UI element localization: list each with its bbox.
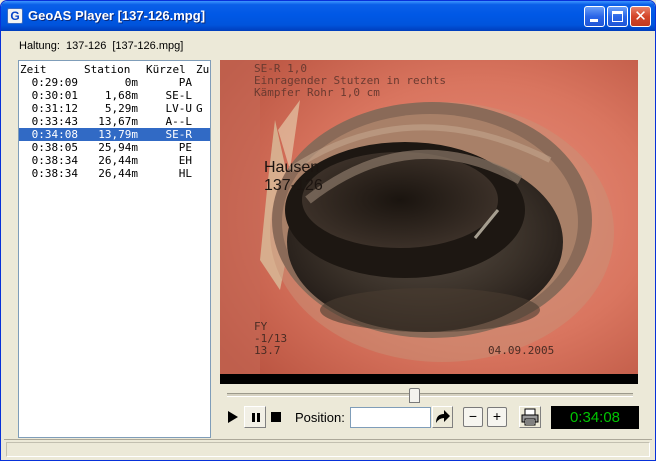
event-zeit: 0:30:01 [31,89,78,102]
haltung-info: Haltung: 137-126 [137-126.mpg] [19,40,183,52]
sewer-inspection-frame: SE-R 1,0 Einragender Stutzen in rechts K… [220,60,638,384]
event-zeit: 0:34:08 [31,128,78,141]
play-icon [228,411,238,423]
event-list-header: Zeit Station Kürzel Zu [19,63,210,76]
video-location-id: 137-126 [264,177,323,194]
event-kuerzel: HL [178,167,192,180]
play-button[interactable] [225,408,241,426]
position-label: Position: [295,410,345,425]
goto-position-button[interactable] [432,406,453,428]
stop-button[interactable] [270,409,284,425]
window-title: GeoAS Player [137-126.mpg] [28,8,206,23]
app-window: G GeoAS Player [137-126.mpg] ✕ Haltung: 1… [0,0,656,461]
column-header-station[interactable]: Station [84,63,130,76]
print-button[interactable] [519,406,541,428]
title-bar[interactable]: G GeoAS Player [137-126.mpg] ✕ [1,1,655,31]
event-zeit: 0:29:09 [31,76,78,89]
event-row[interactable]: 0:31:12 5,29m LV-U G [19,102,210,115]
pause-icon [252,413,260,422]
close-button[interactable]: ✕ [630,6,651,27]
minimize-button[interactable] [584,6,605,27]
event-station: 0m [124,76,138,89]
event-station: 25,94m [98,141,138,154]
printer-icon [521,408,539,426]
event-station: 5,29m [104,102,138,115]
event-station: 26,44m [98,154,138,167]
redo-arrow-icon [436,410,450,423]
column-header-zeit[interactable]: Zeit [20,63,47,76]
event-zeit: 0:38:34 [31,154,78,167]
video-location-name: Hausen [264,159,319,176]
event-zeit: 0:33:43 [31,115,78,128]
minimize-icon [590,19,598,22]
event-extra: G [196,102,203,115]
event-row[interactable]: 0:38:34 26,44m HL [19,167,210,180]
event-kuerzel: EH [178,154,192,167]
time-display: 0:34:08 [551,406,639,429]
event-row[interactable]: 0:29:09 0m PA [19,76,210,89]
event-kuerzel: LV-U [165,102,193,115]
column-header-kuerzel[interactable]: Kürzel [146,63,186,76]
event-station: 1,68m [104,89,138,102]
event-list[interactable]: Zeit Station Kürzel Zu 0:29:09 0m PA 0:30:0… [18,60,211,438]
status-bar [4,439,652,458]
event-station: 26,44m [98,167,138,180]
event-row[interactable]: 0:34:08 13,79m SE-R [19,128,210,141]
event-kuerzel: PE [178,141,192,154]
event-row[interactable]: 0:38:05 25,94m PE [19,141,210,154]
video-date-stamp: 04.09.2005 [488,344,554,357]
haltung-file: [137-126.mpg] [112,40,184,52]
event-kuerzel: PA [178,76,192,89]
stop-icon [271,412,281,422]
seek-slider-track[interactable] [227,393,633,397]
event-zeit: 0:38:34 [31,167,78,180]
haltung-id: 137-126 [65,40,107,52]
maximize-icon [612,11,623,22]
seek-slider-thumb[interactable] [409,388,420,403]
event-station: 13,67m [98,115,138,128]
step-forward-button[interactable]: + [487,407,507,427]
step-back-button[interactable]: − [463,407,483,427]
event-kuerzel: SE-L [165,89,193,102]
event-zeit: 0:38:05 [31,141,78,154]
event-kuerzel: SE-R [165,128,193,141]
close-icon: ✕ [634,7,647,25]
event-station: 13,79m [98,128,138,141]
position-input[interactable] [350,407,431,428]
video-overlay-detail: Kämpfer Rohr 1,0 cm [254,86,380,99]
haltung-label: Haltung: [19,40,60,52]
event-rows: 0:29:09 0m PA 0:30:01 1,68m SE-L 0:31:12 5,29m L… [19,76,210,180]
event-row[interactable]: 0:30:01 1,68m SE-L [19,89,210,102]
event-kuerzel: A--L [165,115,193,128]
status-panel [6,442,650,457]
maximize-button[interactable] [607,6,628,27]
event-row[interactable]: 0:33:43 13,67m A--L [19,115,210,128]
video-frame[interactable]: SE-R 1,0 Einragender Stutzen in rechts K… [220,60,638,384]
pause-button[interactable] [244,406,266,428]
column-header-zu[interactable]: Zu [196,63,209,76]
event-zeit: 0:31:12 [31,102,78,115]
video-overlay-bottom-3: 13.7 [254,344,281,357]
app-icon[interactable]: G [7,8,23,24]
event-row[interactable]: 0:38:34 26,44m EH [19,154,210,167]
